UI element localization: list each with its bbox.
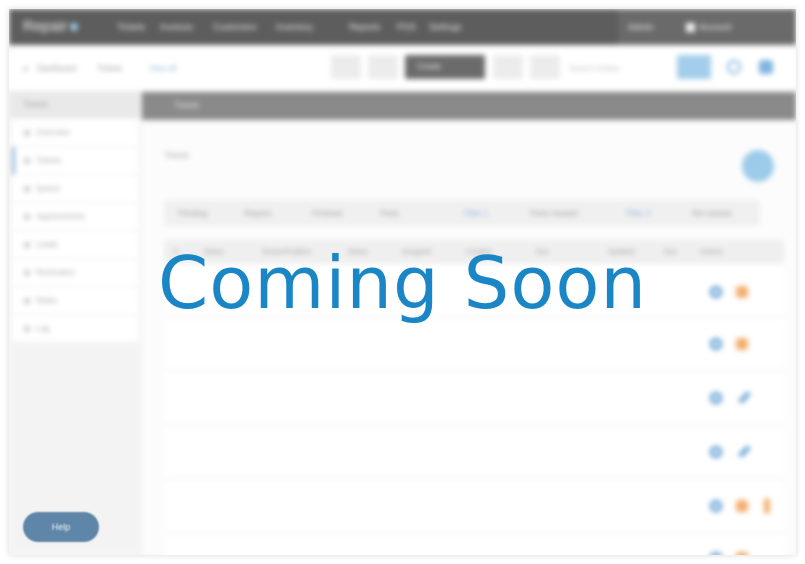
sidebar-item-label: Queue: [36, 184, 61, 193]
add-ticket-button[interactable]: [742, 150, 774, 182]
user-menu[interactable]: Admin: [628, 22, 654, 32]
breadcrumb-home-icon[interactable]: ◂: [23, 64, 27, 73]
nav-item-tickets[interactable]: Tickets: [117, 22, 145, 32]
toolbar-grid-button[interactable]: [331, 55, 361, 79]
sidebar-item-label: Tickets: [36, 156, 62, 165]
nav-item-reports[interactable]: Reports: [349, 22, 381, 32]
sidebar-item-icon: [24, 129, 30, 136]
comment-icon[interactable]: [736, 500, 748, 512]
nav-item-settings[interactable]: Settings: [429, 22, 462, 32]
table-row[interactable]: [164, 426, 784, 479]
search-submit-button[interactable]: [677, 55, 711, 79]
help-button[interactable]: Help: [23, 512, 99, 542]
logo-text: Repair: [23, 18, 68, 35]
filter-pending[interactable]: Pending: [178, 209, 207, 218]
breadcrumb-current: View all: [149, 64, 177, 73]
nav-item-inventory[interactable]: Inventory: [276, 22, 313, 32]
link-icon[interactable]: [738, 445, 751, 458]
toolbar: ◂ Dashboard Tickets View all Create Sear…: [9, 45, 796, 92]
filter-finished[interactable]: Finished: [312, 209, 342, 218]
nav-item-customers[interactable]: Customers: [213, 22, 257, 32]
topnav-user-area: Admin Account: [618, 9, 796, 45]
sidebar-item-queue[interactable]: Queue: [12, 175, 139, 203]
view-icon[interactable]: [710, 446, 722, 458]
breadcrumb-item[interactable]: Dashboard: [37, 64, 76, 73]
saved-filter-label: Not started: [692, 209, 732, 218]
sidebar-item-appointments[interactable]: Appointments: [12, 203, 139, 231]
table-row[interactable]: [164, 372, 784, 425]
view-icon[interactable]: [710, 552, 722, 555]
sidebar-item-tickets[interactable]: Tickets: [12, 147, 139, 175]
tag-icon[interactable]: [759, 60, 773, 74]
link-icon[interactable]: [738, 391, 751, 404]
nav-item-invoices[interactable]: Invoices: [160, 22, 193, 32]
table-row[interactable]: [164, 480, 784, 533]
sidebar-item-icon: [24, 185, 30, 192]
sidebar-item-icon: [24, 213, 30, 220]
breadcrumb-item[interactable]: Tickets: [97, 64, 122, 73]
filter-parts[interactable]: Parts: [380, 209, 399, 218]
section-title: Tickets: [164, 151, 190, 160]
view-icon[interactable]: [710, 338, 722, 350]
create-button[interactable]: Create: [405, 55, 485, 79]
sidebar-item-label: Overview: [36, 128, 70, 137]
sidebar-item-label: Appointments: [36, 212, 85, 221]
filter-repairs[interactable]: Repairs: [244, 209, 272, 218]
view-icon[interactable]: [710, 500, 722, 512]
filter-bar: Pending Repairs Finished Parts Filter 1 …: [164, 200, 760, 226]
comment-icon[interactable]: [736, 552, 748, 555]
search-icon[interactable]: [727, 60, 741, 74]
saved-filter-label: Parts needed: [530, 209, 578, 218]
toolbar-filter-button[interactable]: [493, 55, 523, 79]
view-icon[interactable]: [710, 392, 722, 404]
sidebar-item-icon: [24, 157, 30, 164]
flag-icon[interactable]: [764, 498, 770, 514]
nav-item-pos[interactable]: POS: [397, 22, 416, 32]
top-nav: Repair Tickets Invoices Customers Invent…: [9, 9, 796, 45]
account-label: Account: [699, 22, 732, 32]
sidebar-header: Tickets: [9, 92, 142, 118]
table-row[interactable]: [164, 534, 784, 555]
sidebar-item-overview[interactable]: Overview: [12, 119, 139, 147]
search-input[interactable]: Search tickets: [569, 64, 619, 73]
comment-icon[interactable]: [736, 338, 748, 350]
account-icon: [686, 23, 695, 33]
logo-mark-icon: [70, 23, 79, 31]
app-logo[interactable]: Repair: [23, 18, 79, 35]
saved-filter-link[interactable]: Filter 2: [626, 209, 650, 218]
saved-filter-link[interactable]: Filter 1: [464, 209, 488, 218]
page-header: Tickets: [142, 92, 796, 120]
toolbar-list-button[interactable]: [368, 55, 398, 79]
toolbar-tools-button[interactable]: [530, 55, 560, 79]
account-menu[interactable]: Account: [686, 22, 732, 33]
coming-soon-heading: Coming Soon: [157, 241, 648, 325]
